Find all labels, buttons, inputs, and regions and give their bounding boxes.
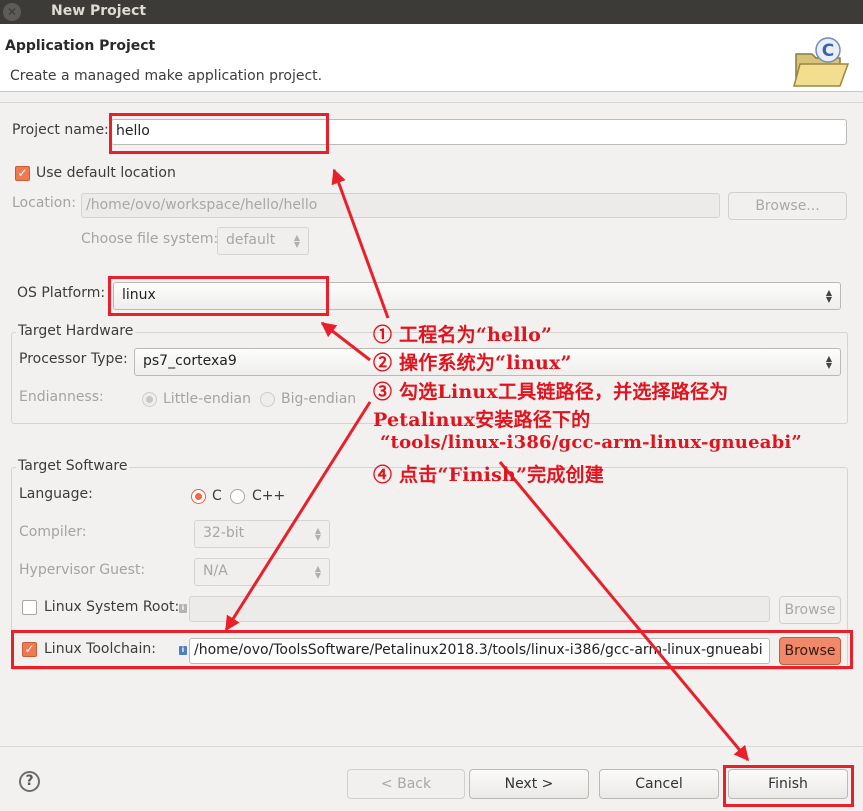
back-button[interactable]: < Back <box>347 769 465 799</box>
language-label: Language: <box>19 486 93 502</box>
big-endian-radio[interactable] <box>260 392 275 407</box>
language-cpp-label: C++ <box>252 488 286 504</box>
target-software-title: Target Software <box>16 458 130 474</box>
language-c-radio[interactable] <box>191 489 206 504</box>
project-name-label: Project name: <box>12 122 109 138</box>
annotation-step-1: ① 工程名为“hello” <box>373 324 553 346</box>
wizard-description: Create a managed make application projec… <box>10 68 323 84</box>
compiler-select[interactable]: 32-bit ▲ ▼ <box>194 520 330 548</box>
use-default-location-label: Use default location <box>36 165 176 181</box>
annotation-step-3-path: “tools/linux-i386/gcc-arm-linux-gnueabi” <box>380 432 802 453</box>
window-title: New Project <box>51 3 147 19</box>
close-icon[interactable]: ✕ <box>3 3 21 21</box>
dropdown-arrows-icon: ▲ ▼ <box>825 288 832 304</box>
language-cpp-radio[interactable] <box>230 489 245 504</box>
location-input[interactable]: /home/ovo/workspace/hello/hello <box>81 193 720 218</box>
linux-system-root-label: Linux System Root: <box>44 599 180 615</box>
compiler-label: Compiler: <box>19 524 87 540</box>
highlight-finish-button <box>723 765 854 807</box>
annotation-step-3-cont: Petalinux安装路径下的 <box>373 409 591 431</box>
linux-system-root-input[interactable] <box>189 596 770 622</box>
little-endian-radio[interactable] <box>142 392 157 407</box>
processor-type-label: Processor Type: <box>19 351 128 367</box>
use-default-location-checkbox[interactable]: ✓ <box>15 166 30 181</box>
wizard-title: Application Project <box>5 38 156 54</box>
wizard-header: Application Project Create a managed mak… <box>0 24 863 92</box>
spinner-arrows-icon: ▲ ▼ <box>293 233 300 249</box>
annotation-step-3: ③ 勾选Linux工具链路径，并选择路径为 <box>373 381 729 403</box>
linux-system-root-browse-button[interactable]: Browse <box>779 596 841 624</box>
big-endian-label: Big-endian <box>281 391 357 407</box>
spinner-arrows-icon: ▲ ▼ <box>314 564 321 580</box>
file-system-label: Choose file system: <box>81 231 219 247</box>
next-button[interactable]: Next > <box>469 769 589 799</box>
highlight-os-platform <box>108 276 329 316</box>
cancel-button[interactable]: Cancel <box>599 769 719 799</box>
svg-text:C: C <box>822 41 834 61</box>
spinner-arrows-icon: ▲ ▼ <box>314 526 321 542</box>
target-hardware-title: Target Hardware <box>16 323 136 339</box>
file-system-select[interactable]: default ▲ ▼ <box>217 227 309 255</box>
window-titlebar: ✕ New Project <box>0 0 863 24</box>
new-project-folder-icon: C <box>793 37 850 87</box>
endianness-label: Endianness: <box>19 389 104 405</box>
highlight-project-name <box>109 113 329 154</box>
info-decoration-icon: i <box>179 604 187 613</box>
linux-system-root-checkbox[interactable] <box>22 600 37 615</box>
os-platform-label: OS Platform: <box>17 285 106 301</box>
processor-type-value: ps7_cortexa9 <box>143 353 237 369</box>
location-label: Location: <box>12 195 76 211</box>
dropdown-arrows-icon: ▲ ▼ <box>825 354 832 370</box>
little-endian-label: Little-endian <box>163 391 251 407</box>
footer-divider <box>0 746 863 747</box>
highlight-linux-toolchain <box>11 630 853 669</box>
location-browse-button[interactable]: Browse... <box>728 192 847 220</box>
hypervisor-guest-label: Hypervisor Guest: <box>19 562 146 578</box>
header-divider <box>0 102 863 103</box>
annotation-step-4: ④ 点击“Finish”完成创建 <box>373 464 604 486</box>
hypervisor-guest-select[interactable]: N/A ▲ ▼ <box>194 558 330 586</box>
compiler-value: 32-bit <box>203 525 245 541</box>
file-system-value: default <box>226 232 276 248</box>
language-c-label: C <box>212 488 222 504</box>
help-icon[interactable]: ? <box>19 771 40 792</box>
hypervisor-guest-value: N/A <box>203 563 228 579</box>
annotation-step-2: ② 操作系统为“linux” <box>373 352 572 374</box>
